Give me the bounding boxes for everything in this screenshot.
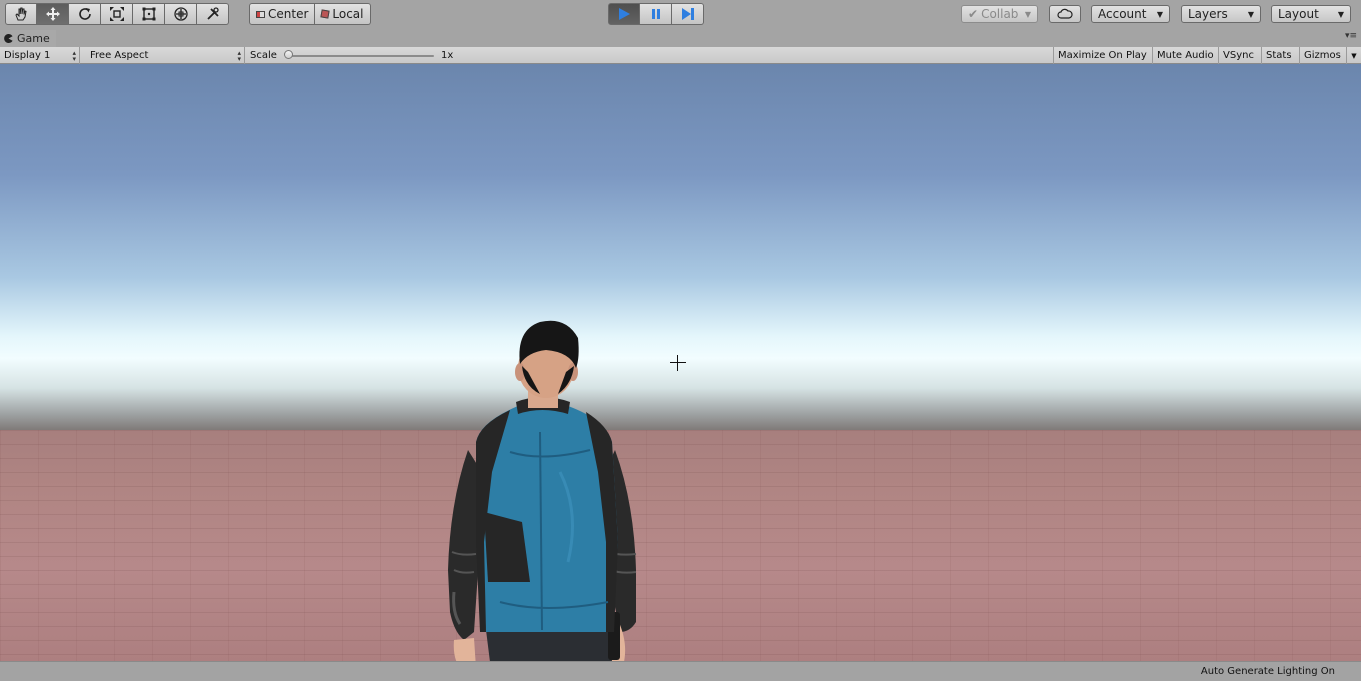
rotate-icon bbox=[78, 8, 91, 20]
tab-game[interactable]: Game bbox=[0, 30, 56, 47]
layout-label: Layout bbox=[1278, 7, 1319, 21]
scale-label: Scale bbox=[250, 50, 277, 61]
mute-audio-toggle[interactable]: Mute Audio bbox=[1153, 47, 1219, 64]
rect-transform-icon bbox=[142, 7, 155, 21]
move-tool-button[interactable] bbox=[37, 3, 69, 25]
custom-tool-button[interactable] bbox=[197, 3, 229, 25]
transform-tools-group bbox=[5, 3, 229, 25]
pause-button[interactable] bbox=[640, 3, 672, 25]
maximize-label: Maximize On Play bbox=[1058, 50, 1147, 61]
wooden-floor-plane bbox=[0, 430, 1361, 661]
collab-check-icon: ✔ bbox=[968, 7, 979, 21]
hand-tool-button[interactable] bbox=[5, 3, 37, 25]
chevron-down-icon: ▼ bbox=[1156, 9, 1163, 19]
layers-label: Layers bbox=[1188, 7, 1228, 21]
pause-icon bbox=[651, 9, 660, 19]
layout-dropdown[interactable]: Layout ▼ bbox=[1271, 5, 1351, 23]
vsync-label: VSync bbox=[1223, 50, 1254, 61]
account-dropdown[interactable]: Account ▼ bbox=[1091, 5, 1170, 23]
gizmos-dropdown-arrow[interactable]: ▼ bbox=[1346, 47, 1361, 64]
stats-toggle[interactable]: Stats bbox=[1262, 47, 1300, 64]
rotate-tool-button[interactable] bbox=[69, 3, 101, 25]
game-pacman-icon bbox=[4, 34, 13, 43]
updown-arrows-icon: ▴ ▾ bbox=[237, 48, 241, 63]
status-bar: Auto Generate Lighting On bbox=[0, 661, 1361, 681]
step-button[interactable] bbox=[672, 3, 704, 25]
tab-strip: Game ▾≡ bbox=[0, 30, 1361, 47]
collab-dropdown[interactable]: ✔ Collab ▼ bbox=[961, 5, 1038, 23]
skybox bbox=[0, 64, 1361, 432]
move-arrows-icon bbox=[45, 7, 60, 21]
tab-menu-icon[interactable]: ▾≡ bbox=[1345, 31, 1357, 41]
aspect-label: Free Aspect bbox=[90, 50, 149, 61]
player-character bbox=[448, 320, 637, 661]
vsync-toggle[interactable]: VSync bbox=[1219, 47, 1262, 64]
layers-dropdown[interactable]: Layers ▼ bbox=[1181, 5, 1261, 23]
status-text: Auto Generate Lighting On bbox=[1200, 666, 1335, 677]
pivot-center-button[interactable]: Center bbox=[249, 3, 316, 25]
aspect-dropdown[interactable]: Free Aspect ▴ ▾ bbox=[86, 47, 245, 64]
custom-tools-icon bbox=[206, 7, 219, 20]
collab-label: Collab bbox=[981, 7, 1019, 21]
hand-icon bbox=[15, 7, 27, 21]
game-viewport[interactable] bbox=[0, 64, 1361, 661]
transform-tool-button[interactable] bbox=[165, 3, 197, 25]
cloud-button[interactable] bbox=[1049, 5, 1081, 23]
local-cube-icon bbox=[320, 9, 331, 19]
mute-label: Mute Audio bbox=[1157, 50, 1214, 61]
scale-slider-track[interactable] bbox=[288, 55, 434, 57]
game-view-controlbar: Display 1 ▴ ▾ Free Aspect ▴ ▾ Scale 1x Max… bbox=[0, 47, 1361, 64]
step-icon bbox=[681, 8, 694, 20]
crosshair-cursor bbox=[670, 355, 686, 371]
pivot-local-label: Local bbox=[332, 7, 364, 21]
pivot-local-button[interactable]: Local bbox=[315, 3, 371, 25]
updown-arrows-icon: ▴ ▾ bbox=[72, 48, 76, 63]
pivot-group: Center Local bbox=[249, 3, 371, 25]
pivot-center-label: Center bbox=[268, 7, 309, 21]
pivot-center-icon bbox=[256, 10, 265, 18]
display-label: Display 1 bbox=[4, 50, 51, 61]
play-button[interactable] bbox=[608, 3, 640, 25]
chevron-down-icon: ▼ bbox=[1247, 9, 1254, 19]
maximize-on-play-toggle[interactable]: Maximize On Play bbox=[1053, 47, 1153, 64]
play-controls-group bbox=[608, 3, 704, 25]
chevron-down-icon: ▼ bbox=[1024, 9, 1031, 19]
scale-tool-button[interactable] bbox=[101, 3, 133, 25]
stats-label: Stats bbox=[1266, 50, 1292, 61]
cloud-icon bbox=[1057, 8, 1073, 19]
play-icon bbox=[619, 8, 630, 20]
chevron-down-icon: ▼ bbox=[1337, 9, 1344, 19]
gizmos-toggle[interactable]: Gizmos bbox=[1300, 47, 1346, 64]
scale-value: 1x bbox=[441, 50, 454, 61]
tab-game-label: Game bbox=[17, 32, 50, 45]
transform-icon bbox=[173, 7, 188, 21]
main-toolbar: Center Local ✔ Collab ▼ Account ▼ Layers… bbox=[0, 0, 1361, 30]
scale-slider-thumb[interactable] bbox=[284, 50, 293, 59]
rect-tool-button[interactable] bbox=[133, 3, 165, 25]
account-label: Account bbox=[1098, 7, 1147, 21]
display-dropdown[interactable]: Display 1 ▴ ▾ bbox=[0, 47, 80, 64]
scale-icon bbox=[109, 7, 124, 21]
gizmos-label: Gizmos bbox=[1304, 50, 1341, 61]
